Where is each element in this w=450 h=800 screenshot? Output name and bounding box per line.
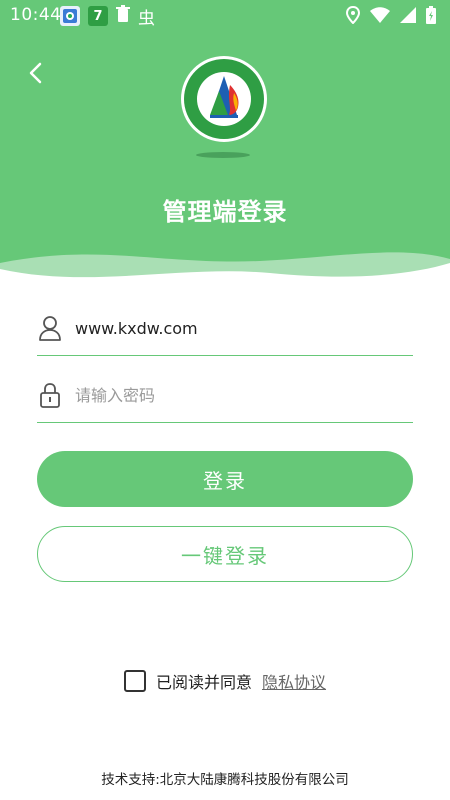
user-icon (39, 316, 61, 341)
signal-icon (400, 7, 416, 23)
bug-notification-icon: 虫 (138, 8, 155, 29)
header-banner (0, 0, 450, 290)
username-field (37, 305, 413, 356)
app-notification-icon (60, 6, 80, 26)
agreement-checkbox[interactable] (123, 670, 146, 692)
status-notifications: 7 虫 (60, 4, 155, 29)
page-title: 管理端登录 (162, 198, 288, 226)
username-input[interactable] (75, 313, 405, 343)
wifi-icon (370, 7, 390, 23)
agreement-row: 已阅读并同意 隐私协议 (0, 668, 450, 694)
header-wave (0, 252, 450, 290)
login-button[interactable]: 登录 (37, 451, 413, 507)
chevron-left-icon (29, 62, 42, 84)
agreement-text: 已阅读并同意 (155, 673, 252, 692)
status-bar: 10:44 7 虫 (0, 0, 450, 32)
password-input[interactable] (75, 380, 405, 410)
status-time: 10:44 (10, 5, 62, 25)
battery-icon (426, 6, 436, 24)
lock-icon (40, 383, 60, 408)
one-key-login-button[interactable]: 一键登录 (37, 526, 413, 582)
back-button[interactable] (22, 58, 48, 88)
password-field (37, 372, 413, 423)
seven-notification-icon: 7 (88, 6, 108, 26)
trash-notification-icon (116, 4, 130, 28)
logo-shadow (196, 152, 250, 158)
footer-tech-support: 技术支持:北京大陆康腾科技股份有限公司 (101, 772, 349, 788)
status-indicators (346, 6, 436, 24)
location-icon (346, 6, 360, 24)
privacy-policy-link[interactable]: 隐私协议 (262, 669, 326, 693)
forest-fire-logo (180, 55, 268, 143)
